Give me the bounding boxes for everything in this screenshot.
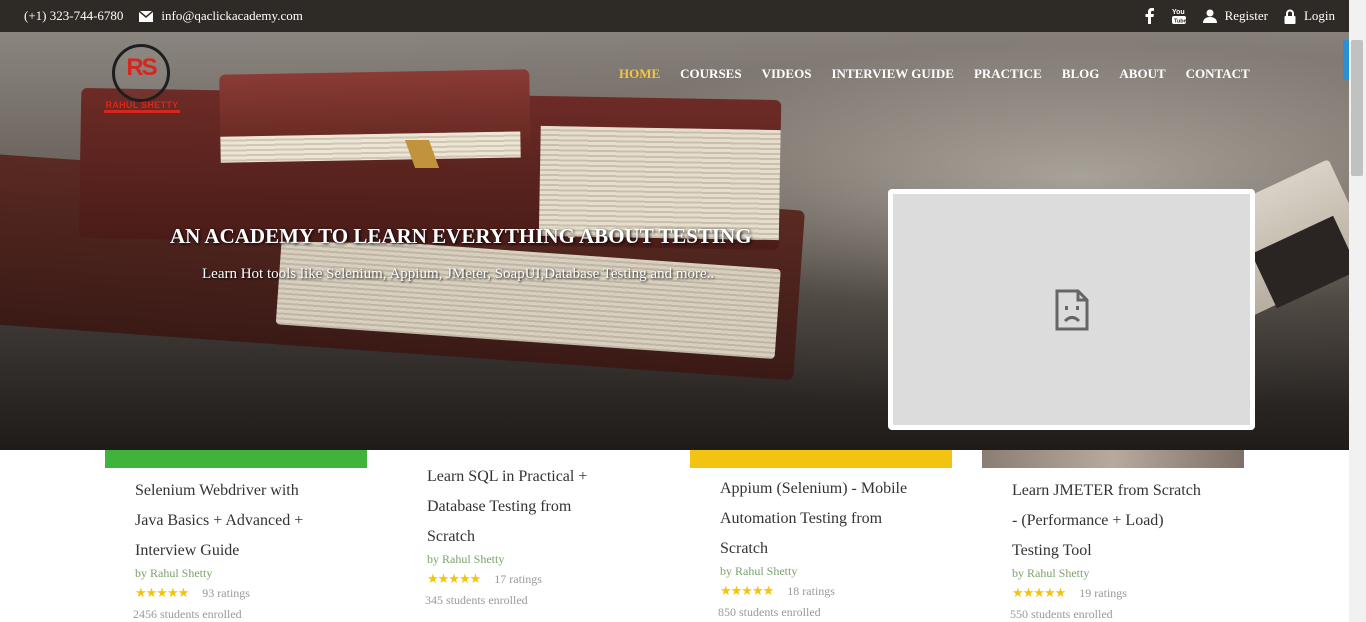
hero-subtitle: Learn Hot tools like Selenium, Appium, J… bbox=[202, 266, 715, 282]
hero-title: AN ACADEMY TO LEARN EVERYTHING ABOUT TES… bbox=[170, 224, 752, 248]
user-icon bbox=[1202, 9, 1217, 23]
email-address[interactable]: info@qaclickacademy.com bbox=[161, 8, 302, 24]
rating-count: 93 ratings bbox=[202, 585, 250, 600]
course-rating: ★★★★★ 93 ratings bbox=[135, 585, 367, 601]
course-thumbnail[interactable] bbox=[690, 450, 952, 468]
login-label[interactable]: Login bbox=[1304, 8, 1335, 24]
course-card[interactable]: Learn SQL in Practical + Database Testin… bbox=[397, 450, 659, 608]
enrollment-count: 345 students enrolled bbox=[425, 593, 528, 607]
course-rating: ★★★★★ 18 ratings bbox=[720, 583, 952, 599]
course-title[interactable]: Selenium Webdriver with Java Basics + Ad… bbox=[135, 476, 367, 566]
logo-name: RAHUL SHETTY bbox=[105, 100, 179, 110]
hero-background-book bbox=[219, 69, 531, 165]
course-author: by Rahul Shetty bbox=[135, 566, 213, 580]
course-rating: ★★★★★ 19 ratings bbox=[1012, 585, 1244, 601]
login-link[interactable]: Login bbox=[1284, 8, 1335, 24]
envelope-icon bbox=[139, 10, 154, 22]
course-thumbnail[interactable] bbox=[982, 450, 1244, 468]
course-title[interactable]: Learn SQL in Practical + Database Testin… bbox=[427, 462, 659, 552]
rating-stars: ★★★★★ bbox=[1012, 585, 1066, 600]
nav-blog[interactable]: BLOG bbox=[1062, 66, 1100, 82]
email-info[interactable]: info@qaclickacademy.com bbox=[139, 8, 303, 24]
logo-monogram: RS bbox=[126, 54, 157, 81]
nav-practice[interactable]: PRACTICE bbox=[974, 66, 1042, 82]
main-nav: HOME COURSES VIDEOS INTERVIEW GUIDE PRAC… bbox=[619, 66, 1250, 82]
course-author: by Rahul Shetty bbox=[720, 564, 798, 578]
scrollbar-thumb[interactable] bbox=[1351, 40, 1363, 176]
course-author: by Rahul Shetty bbox=[427, 552, 505, 566]
rating-count: 18 ratings bbox=[787, 583, 835, 598]
nav-about[interactable]: ABOUT bbox=[1119, 66, 1165, 82]
video-embed[interactable] bbox=[888, 189, 1255, 430]
enrollment-count: 850 students enrolled bbox=[718, 605, 821, 619]
broken-document-icon bbox=[1055, 289, 1088, 330]
register-label[interactable]: Register bbox=[1225, 8, 1268, 24]
nav-home[interactable]: HOME bbox=[619, 66, 660, 82]
rating-stars: ★★★★★ bbox=[720, 583, 774, 598]
rating-stars: ★★★★★ bbox=[427, 571, 481, 586]
logo-underline bbox=[104, 110, 180, 113]
course-card[interactable]: Selenium Webdriver with Java Basics + Ad… bbox=[105, 450, 367, 622]
page-scrollbar[interactable] bbox=[1349, 0, 1366, 622]
phone-info: (+1) 323-744-6780 bbox=[24, 8, 123, 24]
rating-count: 17 ratings bbox=[494, 571, 542, 586]
video-placeholder[interactable] bbox=[893, 194, 1250, 425]
enrollment-count: 2456 students enrolled bbox=[133, 607, 242, 621]
rating-stars: ★★★★★ bbox=[135, 585, 189, 600]
facebook-icon[interactable] bbox=[1143, 8, 1155, 24]
course-thumbnail[interactable] bbox=[105, 450, 367, 468]
lock-icon bbox=[1284, 9, 1296, 24]
register-link[interactable]: Register bbox=[1202, 8, 1268, 24]
youtube-icon[interactable]: You Tube bbox=[1171, 7, 1187, 25]
course-card[interactable]: Learn JMETER from Scratch - (Performance… bbox=[982, 450, 1244, 622]
enrollment-count: 550 students enrolled bbox=[1010, 607, 1113, 621]
course-author: by Rahul Shetty bbox=[1012, 566, 1090, 580]
course-rating: ★★★★★ 17 ratings bbox=[427, 571, 659, 587]
nav-videos[interactable]: VIDEOS bbox=[762, 66, 812, 82]
svg-text:You: You bbox=[1172, 9, 1185, 16]
top-bar: (+1) 323-744-6780 info@qaclickacademy.co… bbox=[0, 0, 1349, 32]
site-logo[interactable]: RS RAHUL SHETTY bbox=[104, 40, 180, 114]
course-title[interactable]: Learn JMETER from Scratch - (Performance… bbox=[1012, 476, 1244, 566]
course-title[interactable]: Appium (Selenium) - Mobile Automation Te… bbox=[720, 474, 952, 564]
nav-courses[interactable]: COURSES bbox=[680, 66, 741, 82]
nav-interview-guide[interactable]: INTERVIEW GUIDE bbox=[831, 66, 953, 82]
phone-number: (+1) 323-744-6780 bbox=[24, 8, 124, 23]
hero-banner: RS RAHUL SHETTY HOME COURSES VIDEOS INTE… bbox=[0, 32, 1349, 450]
svg-text:Tube: Tube bbox=[1174, 19, 1187, 25]
nav-contact[interactable]: CONTACT bbox=[1186, 66, 1250, 82]
rating-count: 19 ratings bbox=[1079, 585, 1127, 600]
course-card[interactable]: Appium (Selenium) - Mobile Automation Te… bbox=[690, 450, 952, 620]
